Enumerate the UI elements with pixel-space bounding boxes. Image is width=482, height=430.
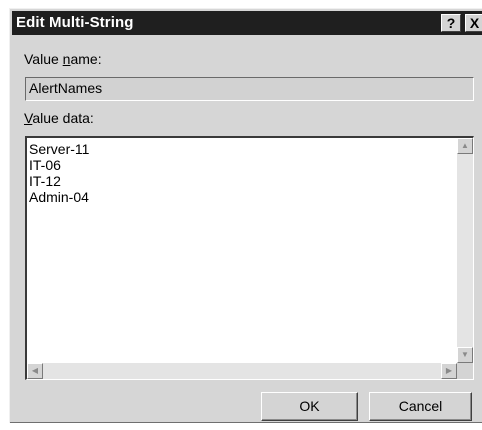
window-title: Edit Multi-String: [16, 14, 134, 31]
ok-button[interactable]: OK: [261, 392, 358, 421]
help-button[interactable]: ?: [441, 14, 461, 32]
value-data-line: Server-11: [29, 141, 90, 157]
vertical-scrollbar[interactable]: ▲ ▼: [457, 138, 473, 363]
title-bar[interactable]: Edit Multi-String ? X: [12, 11, 482, 35]
scroll-left-icon[interactable]: ◀: [27, 363, 43, 379]
value-name-field[interactable]: AlertNames: [25, 77, 474, 101]
value-data-line: Admin-04: [29, 189, 89, 205]
horizontal-scrollbar[interactable]: ◀ ▶: [27, 363, 457, 379]
value-data-line: IT-12: [29, 173, 61, 189]
value-data-lines: Server-11 IT-06 IT-12 Admin-04: [29, 141, 89, 205]
scrollbar-corner: [457, 363, 473, 379]
value-data-line: IT-06: [29, 157, 61, 173]
value-data-label: Value data:: [24, 110, 94, 126]
scroll-up-icon[interactable]: ▲: [457, 138, 473, 154]
edit-multi-string-dialog: Edit Multi-String ? X Value name: AlertN…: [9, 8, 482, 423]
value-name-label: Value name:: [24, 51, 102, 67]
scroll-down-icon[interactable]: ▼: [457, 347, 473, 363]
scroll-right-icon[interactable]: ▶: [441, 363, 457, 379]
close-button[interactable]: X: [465, 14, 482, 32]
value-data-textarea[interactable]: Server-11 IT-06 IT-12 Admin-04 ▲ ▼ ◀ ▶: [25, 136, 474, 380]
cancel-button[interactable]: Cancel: [369, 392, 472, 421]
